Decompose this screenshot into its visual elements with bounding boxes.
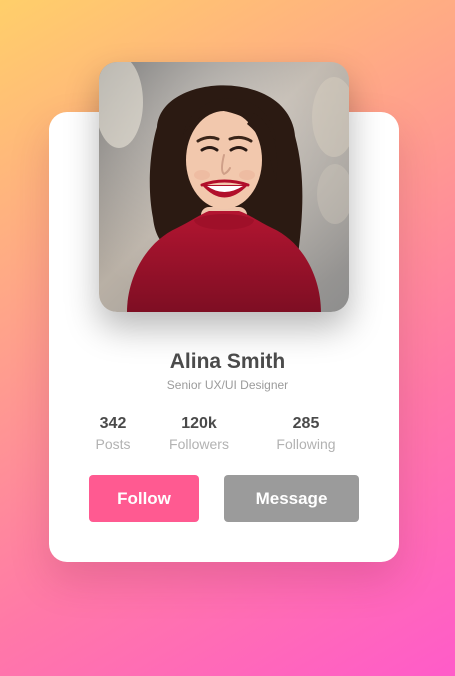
stat-following: 285 Following	[261, 414, 351, 454]
stat-label: Followers	[169, 436, 229, 452]
stat-label: Following	[276, 436, 336, 452]
avatar-image	[99, 62, 349, 312]
stat-followers: 120k Followers	[154, 414, 244, 454]
profile-stats: 342 Posts 120k Followers 285 Following	[68, 414, 368, 462]
stat-value: 120k	[181, 415, 217, 432]
stat-value: 285	[292, 415, 320, 432]
profile-photo	[99, 62, 349, 312]
message-button[interactable]: Message	[224, 475, 359, 522]
stat-label: Posts	[95, 436, 131, 452]
stat-posts: 342 Posts	[68, 414, 158, 454]
profile-title: Senior UX/UI Designer	[166, 378, 289, 392]
follow-button[interactable]: Follow	[89, 475, 199, 522]
profile-name: Alina Smith	[169, 350, 286, 373]
stat-value: 342	[99, 415, 127, 432]
